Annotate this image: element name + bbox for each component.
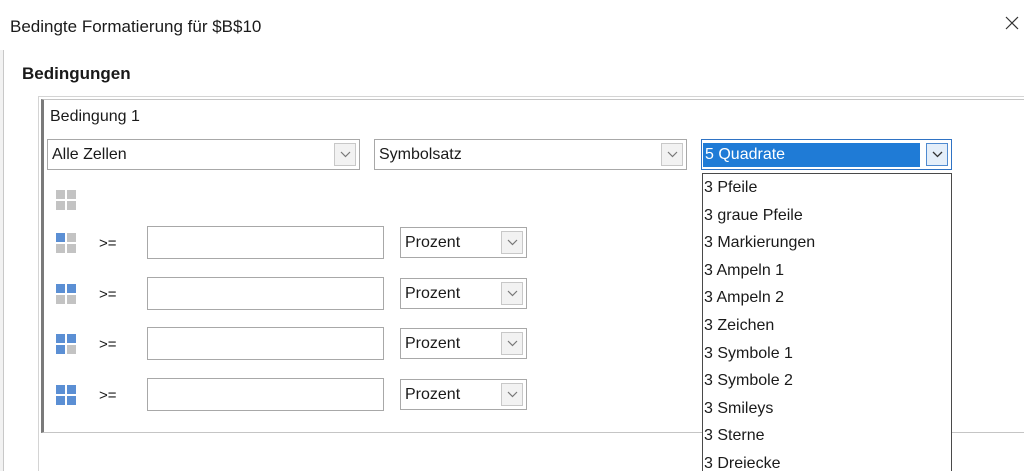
iconset-option[interactable]: 3 Ampeln 2 xyxy=(703,284,951,312)
scope-select[interactable]: Alle Zellen xyxy=(47,139,360,170)
value-input[interactable] xyxy=(147,277,384,310)
chevron-down-icon xyxy=(667,151,677,158)
condition-label: Bedingung 1 xyxy=(50,108,140,125)
unit-select-value: Prozent xyxy=(405,234,461,251)
chevron-down-icon xyxy=(507,290,517,297)
scope-select-value: Alle Zellen xyxy=(52,146,127,163)
squares-icon xyxy=(56,233,77,254)
squares-icon xyxy=(56,385,77,406)
iconset-option[interactable]: 3 Dreiecke xyxy=(703,450,951,471)
iconset-option[interactable]: 3 Symbole 2 xyxy=(703,367,951,395)
squares-icon xyxy=(56,190,77,211)
unit-select-value: Prozent xyxy=(405,285,461,302)
unit-select-value: Prozent xyxy=(405,335,461,352)
iconset-option[interactable]: 3 Smileys xyxy=(703,395,951,423)
section-heading: Bedingungen xyxy=(22,64,131,83)
squares-icon xyxy=(56,334,77,355)
chevron-down-icon xyxy=(932,151,942,158)
unit-select-button[interactable] xyxy=(501,383,523,406)
title-bar: Bedingte Formatierung für $B$10 xyxy=(0,0,1024,50)
unit-select-button[interactable] xyxy=(501,282,523,305)
value-input[interactable] xyxy=(147,226,384,259)
type-select-value: Symbolsatz xyxy=(379,146,462,163)
iconset-option[interactable]: 3 Symbole 1 xyxy=(703,340,951,368)
value-input[interactable] xyxy=(147,378,384,411)
iconset-select[interactable]: 5 Quadrate xyxy=(701,139,952,170)
iconset-option[interactable]: 3 Pfeile xyxy=(703,174,951,202)
scope-select-button[interactable] xyxy=(334,143,356,166)
unit-select[interactable]: Prozent xyxy=(400,379,527,410)
iconset-option[interactable]: 3 Ampeln 1 xyxy=(703,257,951,285)
iconset-select-value: 5 Quadrate xyxy=(703,143,920,167)
operator-label: >= xyxy=(99,336,117,353)
unit-select-button[interactable] xyxy=(501,231,523,254)
type-select[interactable]: Symbolsatz xyxy=(374,139,687,170)
unit-select-button[interactable] xyxy=(501,332,523,355)
chevron-down-icon xyxy=(507,340,517,347)
iconset-option[interactable]: 3 Sterne xyxy=(703,422,951,450)
operator-label: >= xyxy=(99,235,117,252)
operator-label: >= xyxy=(99,387,117,404)
type-select-button[interactable] xyxy=(661,143,683,166)
iconset-dropdown-list: 3 Pfeile 3 graue Pfeile 3 Markierungen 3… xyxy=(702,173,952,471)
squares-icon xyxy=(56,284,77,305)
value-input[interactable] xyxy=(147,327,384,360)
chevron-down-icon xyxy=(340,151,350,158)
iconset-option[interactable]: 3 Markierungen xyxy=(703,229,951,257)
operator-label: >= xyxy=(99,286,117,303)
window-left-edge xyxy=(0,0,4,471)
close-button[interactable] xyxy=(994,8,1024,42)
close-icon xyxy=(1004,15,1020,36)
unit-select-value: Prozent xyxy=(405,386,461,403)
unit-select[interactable]: Prozent xyxy=(400,328,527,359)
iconset-option[interactable]: 3 graue Pfeile xyxy=(703,202,951,230)
unit-select[interactable]: Prozent xyxy=(400,278,527,309)
iconset-option[interactable]: 3 Zeichen xyxy=(703,312,951,340)
unit-select[interactable]: Prozent xyxy=(400,227,527,258)
chevron-down-icon xyxy=(507,239,517,246)
iconset-select-button[interactable] xyxy=(926,143,948,166)
chevron-down-icon xyxy=(507,391,517,398)
window-title: Bedingte Formatierung für $B$10 xyxy=(10,17,262,36)
